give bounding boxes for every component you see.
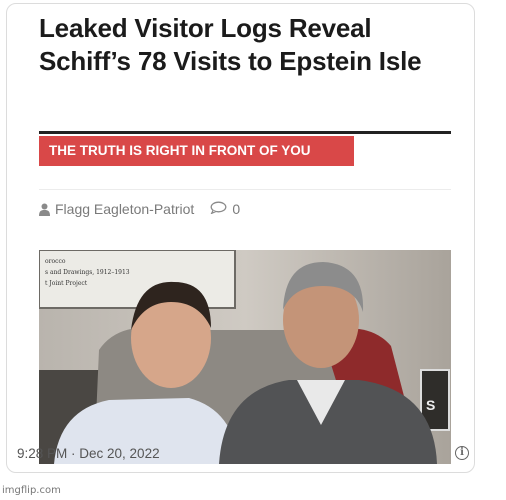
speech-bubble-icon[interactable] (210, 201, 227, 217)
author-name[interactable]: Flagg Eagleton-Patriot (55, 201, 194, 217)
photo-sign-line-1: orocco (45, 258, 66, 265)
photo-sign-line-3: t Joint Project (45, 280, 88, 287)
person-icon (39, 203, 50, 216)
photo-frame-letter: S (426, 397, 435, 413)
watermark: imgflip.com (2, 485, 61, 496)
photo-sign-line-2: s and Drawings, 1912–1913 (45, 269, 130, 276)
article-photo[interactable]: orocco s and Drawings, 1912–1913 t Joint… (39, 250, 451, 464)
comment-count[interactable]: 0 (232, 201, 240, 217)
meta-divider (39, 189, 451, 190)
info-icon[interactable]: i (455, 446, 469, 460)
headline-divider (39, 131, 451, 134)
tweet-timestamp[interactable]: 9:28 PM · Dec 20, 2022 (17, 446, 160, 461)
article-headline[interactable]: Leaked Visitor Logs Reveal Schiff’s 78 V… (39, 12, 459, 78)
tagline-banner: THE TRUTH IS RIGHT IN FRONT OF YOU (39, 136, 354, 166)
byline: Flagg Eagleton-Patriot 0 (39, 200, 240, 218)
